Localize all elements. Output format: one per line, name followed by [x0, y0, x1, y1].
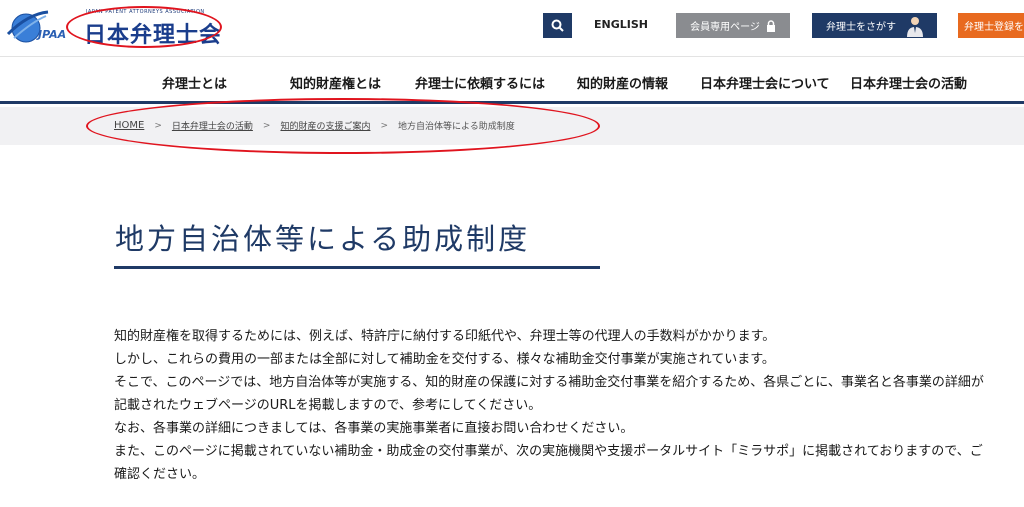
main-navigation: 弁理士とは 知的財産権とは 弁理士に依頼するには 知的財産の情報 日本弁理士会に… [0, 56, 1024, 104]
page-title: 地方自治体等による助成制度 [115, 222, 531, 256]
title-underline [114, 266, 600, 269]
nav-item-about-patent-attorney[interactable]: 弁理士とは [162, 73, 227, 92]
member-page-label: 会員専用ページ [690, 22, 760, 33]
lock-icon [766, 19, 775, 32]
breadcrumb-annotation-circle [86, 98, 600, 154]
intro-paragraph: そこで、このページでは、地方自治体等が実施する、知的財産の保護に対する補助金交付… [114, 375, 984, 413]
intro-text: 知的財産権を取得するためには、例えば、特許庁に納付する印紙代や、弁理士等の代理人… [114, 325, 994, 486]
nav-item-ip-information[interactable]: 知的財産の情報 [577, 73, 668, 92]
intro-paragraph: また、このページに掲載されていない補助金・助成金の交付事業が、次の実施機関や支援… [114, 444, 983, 482]
member-page-button[interactable]: 会員専用ページ [676, 13, 790, 38]
english-link[interactable]: ENGLISH [594, 18, 648, 31]
find-patent-attorney-button[interactable]: 弁理士をさがす [812, 13, 937, 38]
nav-item-association-activities[interactable]: 日本弁理士会の活動 [850, 73, 967, 92]
person-icon [907, 16, 923, 37]
intro-paragraph: しかし、これらの費用の一部または全部に対して補助金を交付する、様々な補助金交付事… [114, 352, 775, 367]
logo-annotation-circle [66, 6, 222, 48]
site-header: JPAA JAPAN PATENT ATTORNEYS ASSOCIATION … [0, 0, 1024, 56]
search-icon [551, 19, 564, 32]
register-label: 弁理士登録を [964, 22, 1024, 33]
intro-paragraph: 知的財産権を取得するためには、例えば、特許庁に納付する印紙代や、弁理士等の代理人… [114, 329, 776, 344]
register-button[interactable]: 弁理士登録を [958, 13, 1024, 38]
logo-jpaa-text: JPAA [38, 28, 67, 41]
site-logo[interactable]: JPAA JAPAN PATENT ATTORNEYS ASSOCIATION … [4, 4, 224, 50]
search-button[interactable] [543, 13, 572, 38]
nav-item-how-to-request[interactable]: 弁理士に依頼するには [415, 73, 545, 92]
intro-paragraph: なお、各事業の詳細につきましては、各事業の実施事業者に直接お問い合わせください。 [114, 421, 634, 436]
nav-item-about-association[interactable]: 日本弁理士会について [700, 73, 830, 92]
find-attorney-label: 弁理士をさがす [826, 22, 896, 33]
nav-item-ip-rights[interactable]: 知的財産権とは [290, 73, 381, 92]
